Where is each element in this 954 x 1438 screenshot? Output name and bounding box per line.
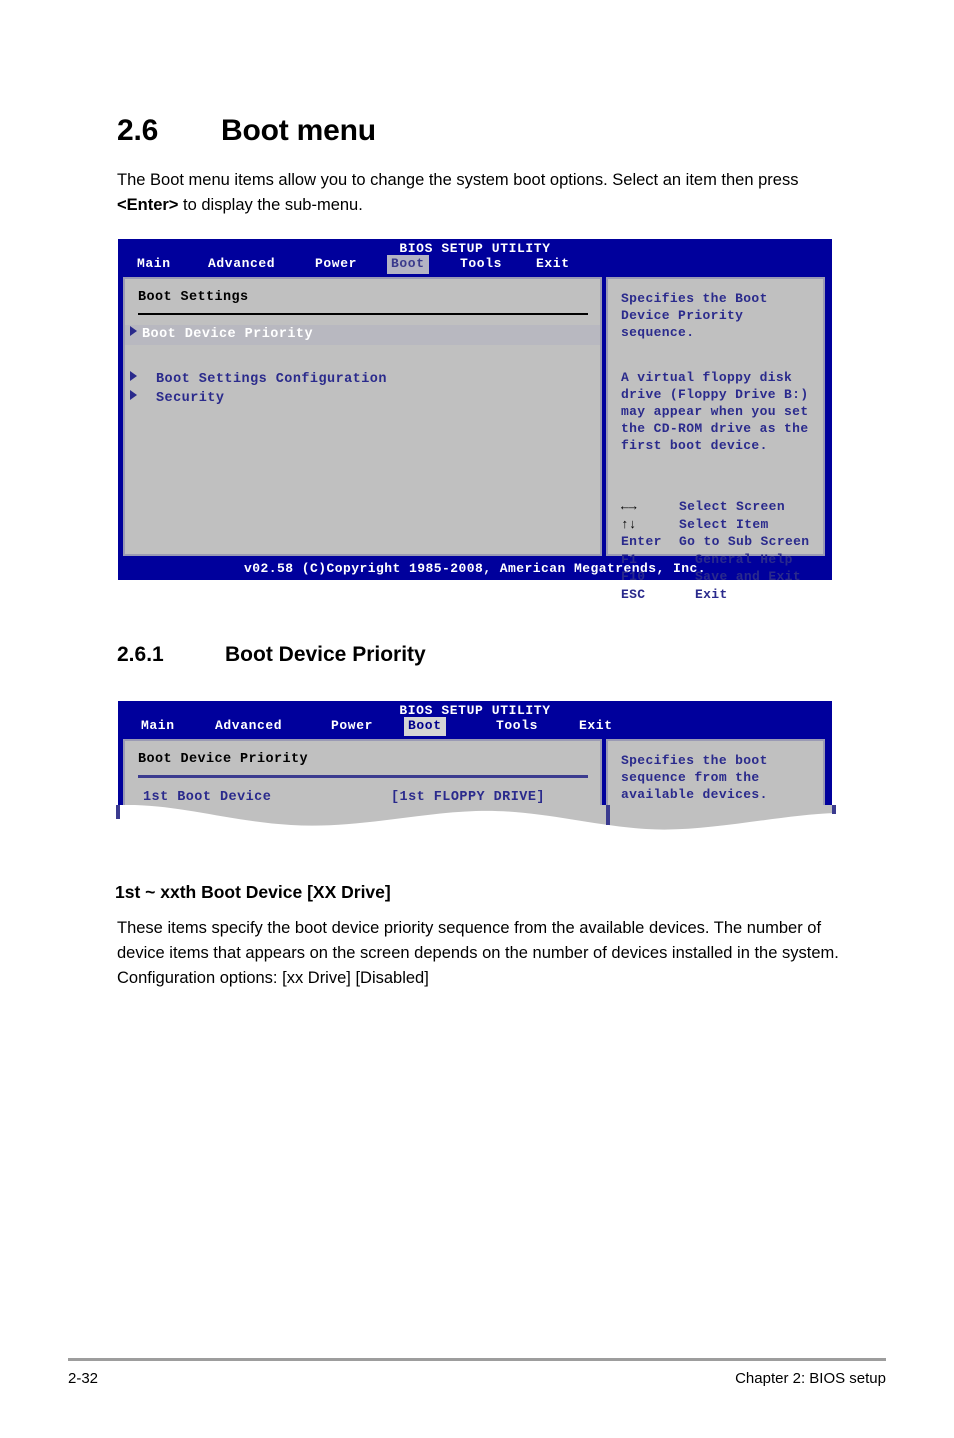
menu-tab-advanced[interactable]: Advanced <box>211 717 286 736</box>
menu-tab-boot[interactable]: Boot <box>387 255 429 274</box>
bios-utility-title: BIOS SETUP UTILITY <box>399 241 551 256</box>
boot-device-row-3[interactable]: 3rd Boot Device [ATAPI CD-ROM] <box>143 823 600 840</box>
page-title: 2.6 Boot menu <box>117 114 376 148</box>
menu-tab-main[interactable]: Main <box>137 717 179 736</box>
intro-paragraph: The Boot menu items allow you to change … <box>117 168 847 218</box>
help-spacer <box>608 341 823 358</box>
menu-tab-power[interactable]: Power <box>311 255 361 274</box>
intro-enter-key: <Enter> <box>117 196 179 214</box>
boot-device-row-1[interactable]: 1st Boot Device [1st FLOPPY DRIVE] <box>143 789 600 806</box>
bios-utility-title: BIOS SETUP UTILITY <box>399 703 551 718</box>
bios-menu-bar: Main Advanced Power Boot Tools Exit <box>119 255 831 274</box>
legend-row-select-item: ↑↓ Select Item <box>621 516 823 534</box>
bios-title-bar: BIOS SETUP UTILITY Main Advanced Power B… <box>119 702 831 736</box>
boot-device-label: 1st Boot Device <box>143 790 272 805</box>
item-doc-description: These items specify the boot device prio… <box>117 919 839 987</box>
intro-text-part2: to display the sub-menu. <box>178 196 363 214</box>
bios-body: Boot Device Priority 1st Boot Device [1s… <box>119 736 831 850</box>
legend-row-enter: Enter Go to Sub Screen <box>621 533 823 551</box>
legend-row-esc: ESC Exit <box>621 586 823 604</box>
bios-body: Boot Settings Boot Device Priority Boot … <box>119 274 831 602</box>
legend-key: F10 <box>621 569 646 584</box>
legend-label: Select Screen <box>679 499 785 514</box>
bios-screenshot-boot-menu: BIOS SETUP UTILITY Main Advanced Power B… <box>118 239 832 602</box>
panel-divider <box>138 313 588 315</box>
legend-key: ESC <box>621 586 646 602</box>
submenu-arrow-icon <box>130 390 137 400</box>
menu-item-label: Security <box>156 391 225 406</box>
boot-device-label: 3rd Boot Device <box>143 824 272 839</box>
menu-item-label: Boot Device Priority <box>142 327 314 342</box>
menu-item-label: Boot Settings Configuration <box>156 372 387 387</box>
menu-item-security[interactable]: Security <box>125 390 600 407</box>
menu-tab-tools[interactable]: Tools <box>492 717 542 736</box>
panel-title: Boot Settings <box>138 290 249 305</box>
boot-device-value[interactable]: [ATAPI CD-ROM] <box>391 823 511 840</box>
bios-title-bar: BIOS SETUP UTILITY Main Advanced Power B… <box>119 240 831 274</box>
legend-label: Exit <box>695 586 728 602</box>
bios-help-panel: Specifies the Boot Device Priority seque… <box>606 277 825 602</box>
menu-tab-exit[interactable]: Exit <box>532 255 574 274</box>
legend-label: Save and Exit <box>695 569 801 584</box>
menu-tab-power[interactable]: Power <box>327 717 377 736</box>
up-down-arrow-icon: ↑↓ <box>621 516 637 532</box>
boot-device-row-2[interactable]: 2nd Boot Device [Hard Drive] <box>143 806 600 823</box>
bios-screenshot-boot-device-priority-wrap: BIOS SETUP UTILITY Main Advanced Power B… <box>116 701 836 851</box>
legend-key: Enter <box>621 534 662 549</box>
bios-screenshot-boot-device-priority: BIOS SETUP UTILITY Main Advanced Power B… <box>118 701 832 850</box>
subsection-title: Boot Device Priority <box>225 643 426 666</box>
menu-tab-exit[interactable]: Exit <box>575 717 617 736</box>
left-right-arrow-icon: ←→ <box>621 499 637 514</box>
legend-label: Select Item <box>679 516 769 532</box>
legend-row-select-screen: ←→ Select Screen <box>621 498 823 516</box>
legend-label: General Help <box>695 551 793 567</box>
footer-divider <box>68 1358 886 1361</box>
item-doc-heading: 1st ~ xxth Boot Device [XX Drive] <box>115 882 391 902</box>
submenu-arrow-icon <box>130 371 137 381</box>
intro-text-part1: The Boot menu items allow you to change … <box>117 171 799 189</box>
footer-page-number: 2-32 <box>68 1370 99 1387</box>
subsection-heading: 2.6.1 Boot Device Priority <box>117 643 426 667</box>
panel-title: Boot Device Priority <box>138 752 309 767</box>
boot-device-value[interactable]: [1st FLOPPY DRIVE] <box>391 789 545 806</box>
legend-row-f1: F1 General Help <box>621 551 823 569</box>
boot-device-value[interactable]: [Hard Drive] <box>391 806 494 823</box>
help-paragraph-1: Specifies the Boot Device Priority seque… <box>621 291 768 340</box>
menu-tab-boot[interactable]: Boot <box>404 717 446 736</box>
panel-divider <box>138 775 588 778</box>
section-number: 2.6 <box>117 114 159 147</box>
section-title: Boot menu <box>221 114 376 147</box>
bios-settings-panel: Boot Settings Boot Device Priority Boot … <box>123 277 602 556</box>
bios-help-panel: Specifies the boot sequence from the ava… <box>606 739 825 847</box>
menu-tab-main[interactable]: Main <box>133 255 175 274</box>
help-paragraph-2: A virtual floppy disk drive (Floppy Driv… <box>621 370 809 453</box>
legend-label: Go to Sub Screen <box>679 534 810 549</box>
bios-device-panel: Boot Device Priority 1st Boot Device [1s… <box>123 739 602 847</box>
menu-item-boot-settings-configuration[interactable]: Boot Settings Configuration <box>125 371 600 388</box>
boot-device-label: 2nd Boot Device <box>143 807 272 822</box>
help-paragraph-1: Specifies the boot sequence from the ava… <box>621 753 768 802</box>
submenu-arrow-icon <box>130 326 137 336</box>
legend-key: F1 <box>621 551 638 567</box>
legend-row-f10: F10 Save and Exit <box>621 568 823 586</box>
subsection-number: 2.6.1 <box>117 643 164 666</box>
document-page: 2.6 Boot menu The Boot menu items allow y… <box>0 0 954 1438</box>
bios-key-legend: ←→ Select Screen ↑↓ Select Item Enter Go… <box>621 498 823 603</box>
bios-menu-bar: Main Advanced Power Boot Tools Exit <box>119 717 831 736</box>
menu-item-boot-device-priority[interactable]: Boot Device Priority <box>125 325 600 345</box>
menu-tab-advanced[interactable]: Advanced <box>204 255 279 274</box>
footer-chapter-label: Chapter 2: BIOS setup <box>735 1370 886 1387</box>
menu-tab-tools[interactable]: Tools <box>456 255 506 274</box>
